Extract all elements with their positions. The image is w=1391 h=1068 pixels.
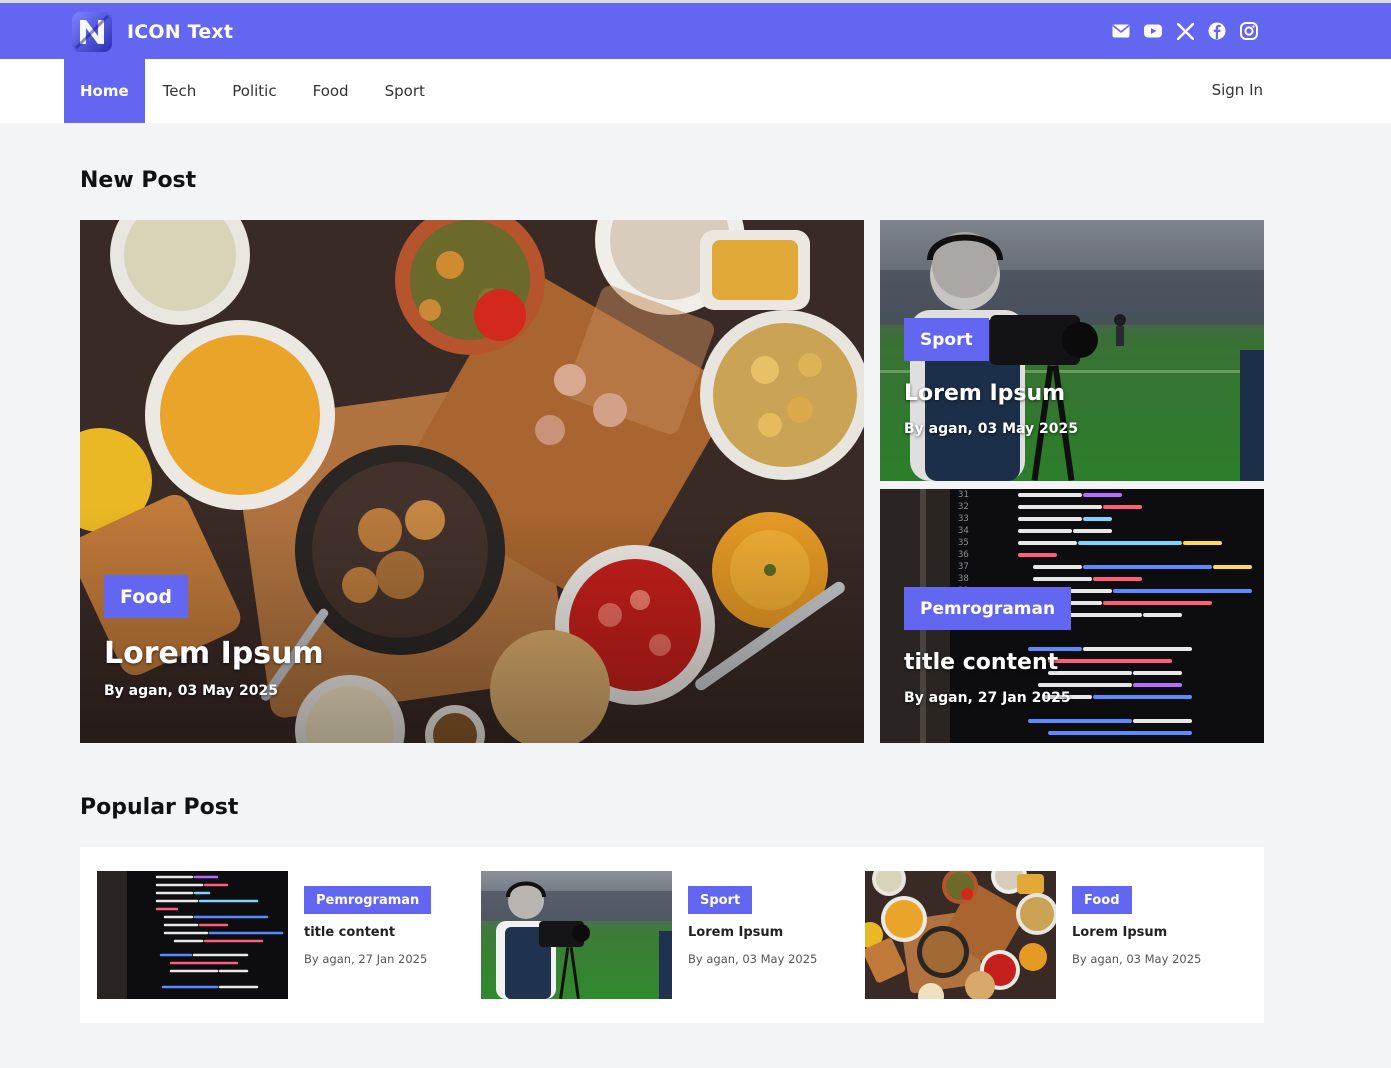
- post-meta: By agan, 27 Jan 2025: [304, 952, 428, 966]
- svg-text:31: 31: [958, 490, 969, 500]
- main-navbar: Home Tech Politic Food Sport Sign In: [0, 59, 1391, 123]
- brand[interactable]: ICON Text: [72, 12, 233, 52]
- post-title[interactable]: Lorem Ipsum: [688, 925, 783, 940]
- new-post-heading: New Post: [80, 168, 197, 193]
- post-meta: By agan, 03 May 2025: [904, 421, 1079, 437]
- facebook-icon[interactable]: [1207, 21, 1227, 41]
- popular-post-heading: Popular Post: [80, 795, 239, 820]
- sign-in-link[interactable]: Sign In: [1212, 81, 1263, 99]
- social-links: [1111, 21, 1259, 41]
- post-title[interactable]: Lorem Ipsum: [1072, 925, 1167, 940]
- post-meta: By agan, 03 May 2025: [688, 952, 818, 966]
- n-logo-icon: [72, 12, 112, 52]
- instagram-icon[interactable]: [1239, 21, 1259, 41]
- youtube-icon[interactable]: [1143, 21, 1163, 41]
- post-tag[interactable]: Food: [1072, 886, 1132, 914]
- svg-text:32: 32: [958, 502, 969, 512]
- post-title: Lorem Ipsum: [104, 636, 324, 671]
- nav-menu: Home Tech Politic Food Sport: [64, 59, 443, 123]
- nav-item-home[interactable]: Home: [64, 59, 145, 123]
- brand-name: ICON Text: [127, 21, 234, 43]
- top-bar: ICON Text: [0, 3, 1391, 59]
- nav-item-sport[interactable]: Sport: [367, 59, 443, 123]
- food-thumbnail: [865, 871, 1056, 999]
- svg-text:34: 34: [958, 526, 969, 536]
- popular-post-list: Pemrograman title content By agan, 27 Ja…: [80, 847, 1264, 1023]
- code-thumbnail: [97, 871, 288, 999]
- side-post-card[interactable]: 31323334 35363738 3940 Pemrograman title: [880, 489, 1264, 743]
- post-tag[interactable]: Pemrograman: [304, 886, 432, 914]
- post-tag[interactable]: Pemrograman: [904, 587, 1072, 630]
- post-title: title content: [904, 650, 1059, 675]
- post-meta: By agan, 03 May 2025: [1072, 952, 1202, 966]
- svg-text:33: 33: [958, 514, 969, 524]
- popular-post-item[interactable]: Pemrograman title content By agan, 27 Ja…: [97, 871, 457, 999]
- nav-item-food[interactable]: Food: [295, 59, 367, 123]
- side-post-card[interactable]: Sport Lorem Ipsum By agan, 03 May 2025: [880, 220, 1264, 481]
- popular-post-item[interactable]: Food Lorem Ipsum By agan, 03 May 2025: [865, 871, 1225, 999]
- x-icon[interactable]: [1175, 21, 1195, 41]
- post-tag[interactable]: Sport: [904, 318, 989, 361]
- post-title[interactable]: title content: [304, 925, 395, 940]
- post-tag[interactable]: Food: [104, 575, 188, 618]
- svg-text:35: 35: [958, 538, 969, 548]
- post-meta: By agan, 27 Jan 2025: [904, 690, 1071, 706]
- svg-text:36: 36: [958, 550, 969, 560]
- mail-icon[interactable]: [1111, 21, 1131, 41]
- svg-text:37: 37: [958, 562, 969, 572]
- featured-post-card[interactable]: Food Lorem Ipsum By agan, 03 May 2025: [80, 220, 864, 743]
- post-tag[interactable]: Sport: [688, 886, 753, 914]
- post-title: Lorem Ipsum: [904, 381, 1066, 406]
- sport-thumbnail: [481, 871, 672, 999]
- post-meta: By agan, 03 May 2025: [104, 683, 279, 699]
- popular-post-item[interactable]: Sport Lorem Ipsum By agan, 03 May 2025: [481, 871, 841, 999]
- svg-text:38: 38: [958, 574, 969, 584]
- nav-item-tech[interactable]: Tech: [145, 59, 215, 123]
- nav-item-politic[interactable]: Politic: [214, 59, 294, 123]
